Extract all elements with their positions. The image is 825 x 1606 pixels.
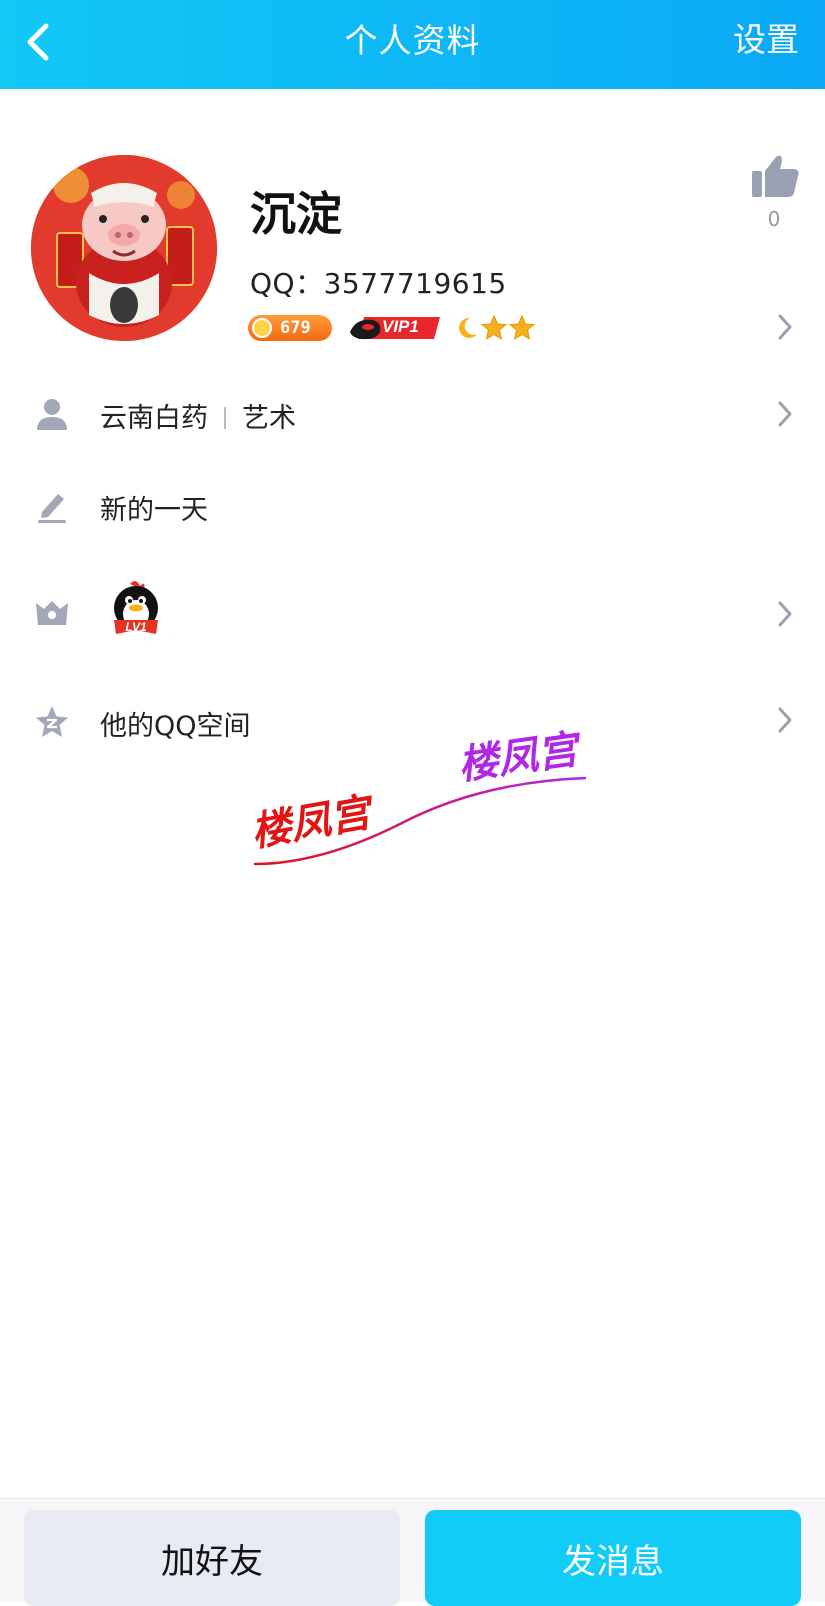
profile-chevron-right-icon[interactable] — [776, 313, 794, 341]
coin-icon — [252, 318, 272, 338]
like-count: 0 — [767, 207, 781, 231]
crown-icon — [36, 601, 68, 625]
company-text: 云南白药 — [100, 403, 208, 434]
person-icon — [37, 399, 67, 430]
occupation-text: 艺术 — [242, 403, 296, 434]
send-message-button[interactable]: 发消息 — [425, 1510, 801, 1606]
add-friend-button[interactable]: 加好友 — [24, 1510, 400, 1606]
settings-button[interactable]: 设置 — [733, 0, 799, 89]
signature-text[interactable]: 新的一天 — [100, 488, 208, 527]
level-badges[interactable] — [454, 314, 536, 342]
moon-icon — [459, 317, 477, 338]
avatar-pig-image — [31, 155, 217, 341]
qzone-chevron-right-icon[interactable] — [776, 706, 794, 734]
top-bar: 个人资料 设置 — [0, 0, 825, 89]
qq-penguin-lv1-badge[interactable]: LV1 — [108, 578, 164, 642]
page-title: 个人资料 — [344, 21, 481, 60]
coin-value: 679 — [280, 318, 311, 338]
pencil-icon — [38, 494, 66, 523]
badge-level-text: LV1 — [125, 620, 147, 634]
star-icon — [480, 314, 508, 341]
info-row[interactable]: 云南白药 艺术 — [100, 396, 296, 435]
vip-label: VIP1 — [382, 317, 419, 336]
coin-badge[interactable]: 679 — [248, 315, 332, 341]
qzone-star-icon — [36, 706, 68, 737]
info-chevron-right-icon[interactable] — [776, 400, 794, 428]
badge-row[interactable]: 679 VIP1 — [248, 313, 536, 343]
avatar[interactable] — [31, 155, 217, 341]
nickname: 沉淀 — [250, 187, 342, 241]
divider — [224, 407, 226, 429]
badge-chevron-right-icon[interactable] — [776, 600, 794, 628]
qzone-link[interactable]: 他的QQ空间 — [100, 704, 251, 743]
thumbs-up-icon[interactable] — [750, 153, 800, 199]
star-icon — [508, 314, 536, 341]
vip-badge[interactable]: VIP1 — [348, 314, 442, 342]
qq-number: QQ：3577719615 — [250, 267, 507, 300]
